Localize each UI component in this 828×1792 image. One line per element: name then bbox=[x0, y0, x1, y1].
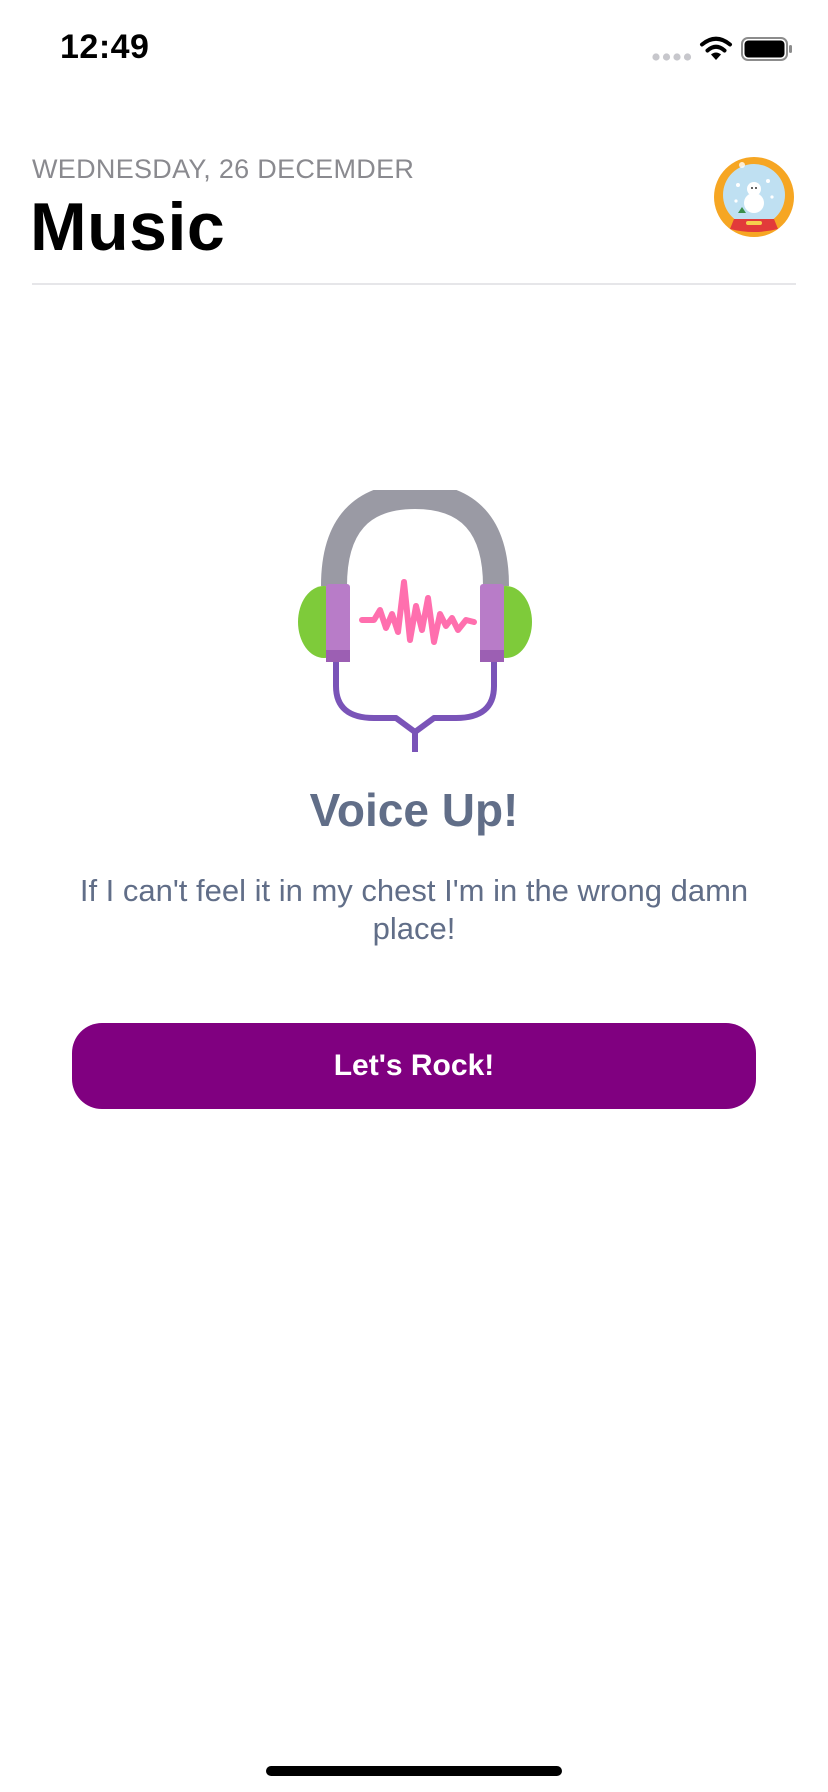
signal-icon bbox=[652, 53, 692, 61]
status-bar: 12:49 bbox=[0, 0, 828, 100]
headphones-icon bbox=[298, 490, 532, 752]
status-time: 12:49 bbox=[60, 28, 150, 66]
empty-state-title: Voice Up! bbox=[309, 784, 519, 836]
battery-icon bbox=[741, 37, 792, 61]
header-divider bbox=[32, 283, 796, 285]
snow-globe-avatar-icon[interactable] bbox=[712, 155, 796, 239]
lets-rock-button[interactable]: Let's Rock! bbox=[72, 1023, 756, 1109]
page-title: Music bbox=[30, 189, 226, 265]
home-indicator[interactable] bbox=[266, 1766, 562, 1776]
empty-state-message: If I can't feel it in my chest I'm in th… bbox=[79, 873, 749, 946]
header-date: WEDNESDAY, 26 DECEMDER bbox=[32, 154, 415, 184]
wifi-icon bbox=[700, 36, 732, 60]
